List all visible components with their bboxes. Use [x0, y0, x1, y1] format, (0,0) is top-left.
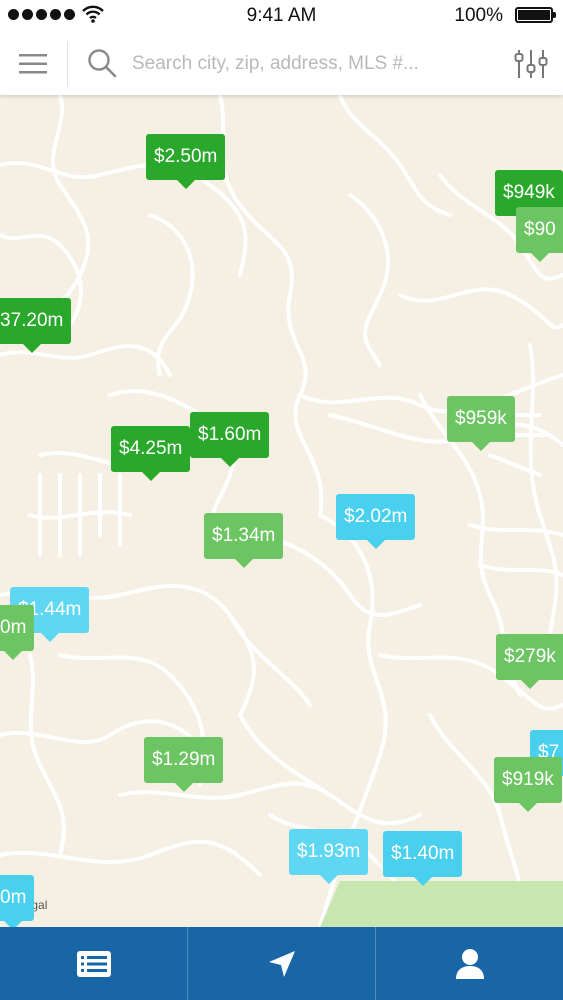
menu-button[interactable]	[0, 32, 66, 95]
listing-pin[interactable]: 0m	[0, 605, 35, 660]
battery-percent: 100%	[454, 5, 503, 26]
status-bar: 9:41 AM 100%	[0, 0, 563, 32]
listing-price: $1.34m	[212, 525, 276, 546]
location-arrow-icon	[268, 950, 295, 977]
tab-location[interactable]	[188, 927, 376, 1000]
listing-pin[interactable]: $1.34m	[204, 513, 284, 568]
search-input[interactable]	[130, 46, 494, 82]
park-area	[320, 881, 563, 927]
listing-pin[interactable]: $1.29m	[144, 737, 224, 792]
search-divider	[67, 42, 68, 86]
list-icon	[76, 950, 111, 977]
user-icon	[455, 948, 484, 979]
listing-price: $90	[524, 219, 556, 240]
listing-price: $2.02m	[344, 506, 408, 527]
listing-pin[interactable]: $2.02m	[336, 494, 416, 549]
sliders-filter-icon	[514, 50, 548, 78]
listing-price: $2.50m	[154, 146, 218, 167]
tab-profile[interactable]	[376, 927, 563, 1000]
listing-price: $919k	[502, 769, 554, 790]
battery-icon	[515, 7, 556, 23]
listing-price: $1.29m	[152, 749, 216, 770]
listing-price: $1.60m	[198, 424, 262, 445]
listing-price: $1.93m	[297, 841, 361, 862]
listing-pin[interactable]: $919k	[494, 757, 562, 812]
listing-pin[interactable]: 37.20m	[0, 298, 72, 353]
listing-pin[interactable]: $4.25m	[111, 426, 191, 481]
bottom-tab-bar	[0, 927, 563, 1000]
hamburger-menu-icon	[19, 53, 47, 73]
listing-price: 0m	[0, 617, 27, 638]
listing-price: $1.40m	[391, 843, 455, 864]
listing-price: $279k	[504, 646, 556, 667]
listing-pin[interactable]: $1.60m	[190, 412, 270, 467]
listing-pin[interactable]: $90	[516, 207, 563, 262]
search-icon	[88, 49, 117, 78]
listing-price: $959k	[455, 408, 507, 429]
road-network	[0, 95, 563, 927]
filter-button[interactable]	[511, 44, 551, 84]
listing-pin[interactable]: $279k	[496, 634, 563, 689]
listing-pin[interactable]: 0m	[0, 875, 35, 927]
search-bar	[0, 32, 563, 95]
listing-pin[interactable]: $1.40m	[383, 831, 463, 886]
listing-price: 37.20m	[0, 310, 64, 331]
map-view[interactable]: Legal $2.50m $949k $90 37.20m $4.25m $1.…	[0, 95, 563, 927]
listing-pin[interactable]: $1.93m	[289, 829, 369, 884]
listing-price: $4.25m	[119, 438, 183, 459]
listing-pin[interactable]: $959k	[447, 396, 515, 451]
listing-pin[interactable]: $2.50m	[146, 134, 226, 189]
listing-price: $949k	[503, 182, 555, 203]
tab-list-view[interactable]	[0, 927, 188, 1000]
listing-price: 0m	[0, 887, 27, 908]
